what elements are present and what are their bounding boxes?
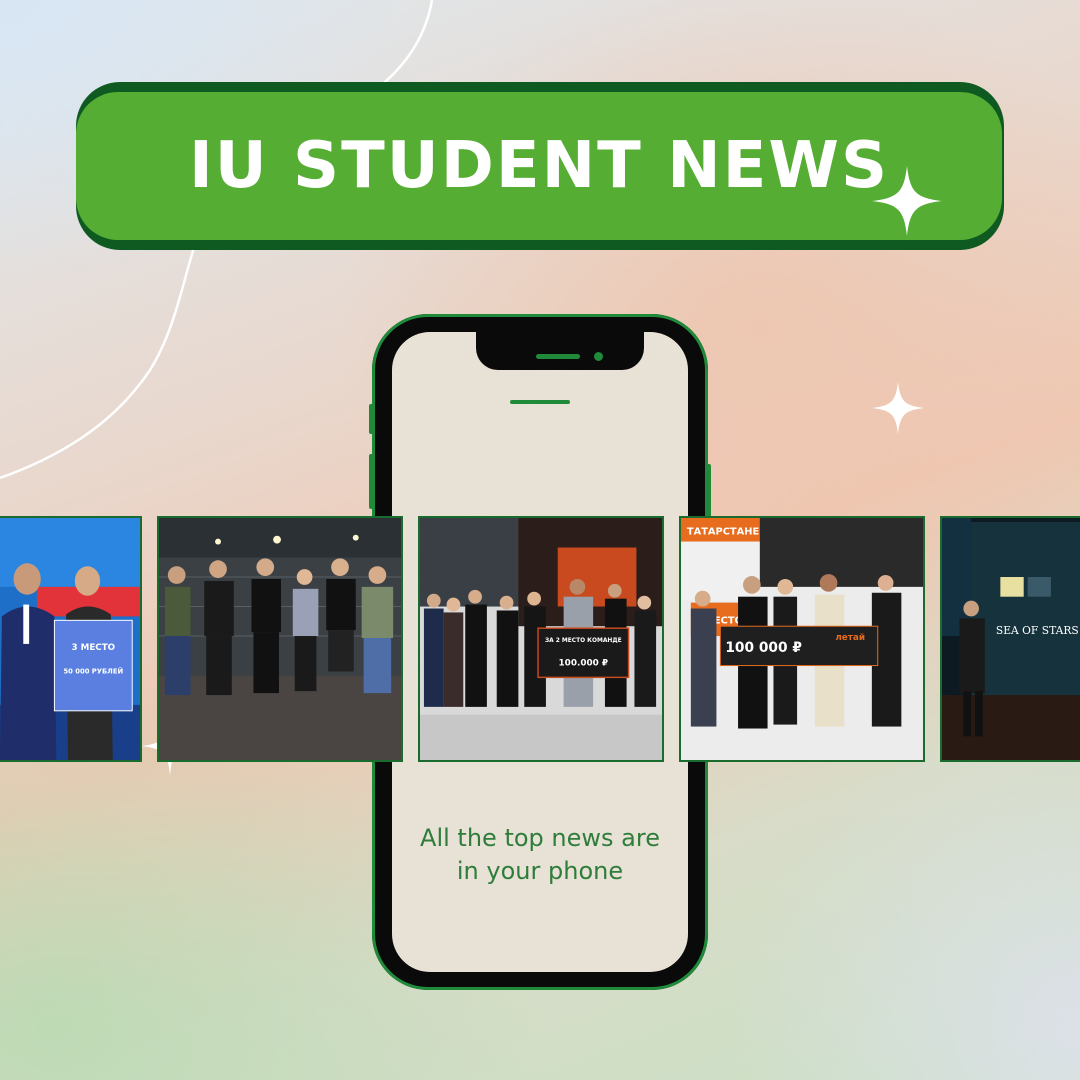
news-photo-award[interactable]: 3 МЕСТО 50 000 РУБЛЕЙ (0, 516, 142, 762)
title-banner: IU STUDENT NEWS (76, 82, 1004, 250)
screen-indicator-bar (510, 400, 570, 404)
caption-line-2: in your phone (456, 857, 624, 885)
phone-button-volume (369, 454, 374, 509)
tatarstan-sign-text: 100 000 ₽ (725, 640, 802, 656)
tatarstan-header-text: ТАТАРСТАНЕ (687, 527, 759, 538)
sparkle-icon-small (872, 382, 924, 434)
phone-button-mute (369, 404, 374, 434)
news-photo-team-night[interactable] (157, 516, 403, 762)
news-photo-kiber-battle[interactable]: ЗА 2 МЕСТО КОМАНДЕ 100.000 ₽ (418, 516, 664, 762)
banner-title: IU STUDENT NEWS (188, 129, 890, 203)
caption-line-1: All the top news are (420, 824, 660, 852)
battle-sign-subtext: 100.000 ₽ (559, 659, 609, 669)
phone-caption: All the top news are in your phone (392, 822, 688, 888)
battle-sign-text: ЗА 2 МЕСТО КОМАНДЕ (545, 638, 622, 644)
camera-icon (594, 352, 603, 361)
award-sign-subtext: 50 000 РУБЛЕЙ (63, 666, 123, 675)
award-sign-text: 3 МЕСТО (71, 643, 115, 653)
title-banner-face: IU STUDENT NEWS (76, 92, 1002, 240)
sea-of-stars-text: SEA OF STARS (996, 624, 1079, 637)
news-photo-sea-of-stars[interactable]: SEA OF STARS (940, 516, 1080, 762)
speaker-icon (536, 354, 580, 359)
phone-notch (476, 332, 644, 370)
sparkle-icon (872, 166, 942, 236)
news-photo-tatarstan[interactable]: ТАТАРСТАНЕ 2 МЕСТО 100 000 ₽ летай (679, 516, 925, 762)
tatarstan-brand-text: летай (835, 633, 865, 643)
